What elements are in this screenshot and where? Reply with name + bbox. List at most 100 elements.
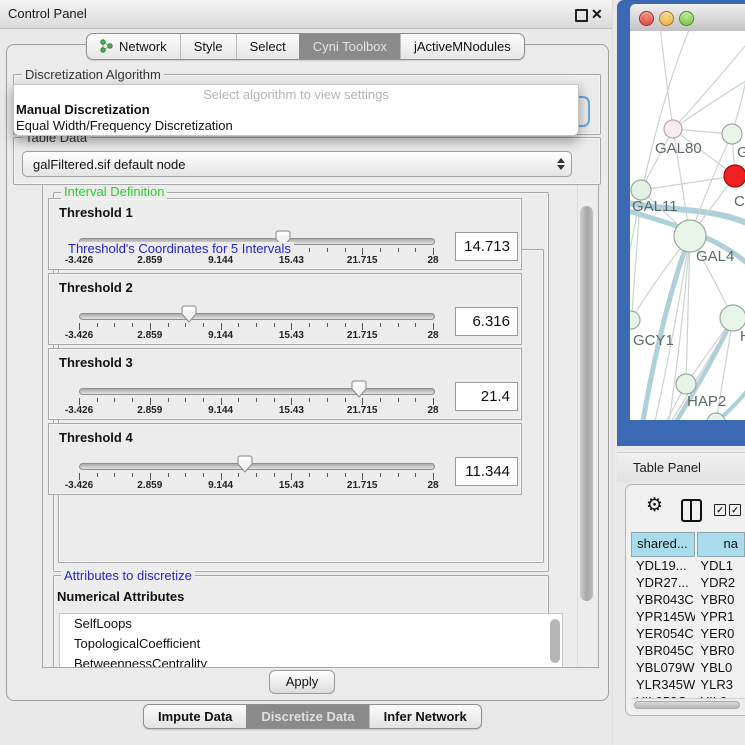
- network-node-ga[interactable]: [722, 124, 742, 144]
- control-panel-titlebar: Control Panel ✕: [0, 0, 612, 29]
- network-canvas[interactable]: GAL80GAGAL11CGAL4GCY1HHAP2: [630, 31, 745, 420]
- slider-tick: [398, 323, 399, 327]
- tab-infer-network[interactable]: Infer Network: [369, 705, 481, 728]
- table-row[interactable]: YDL19...YDL1: [631, 557, 745, 574]
- table-data-combobox[interactable]: galFiltered.sif default node: [22, 151, 572, 177]
- table-cell[interactable]: YBR045C: [631, 642, 695, 659]
- network-node-gcy1[interactable]: [630, 311, 640, 329]
- slider-tick: [291, 323, 292, 330]
- table-row[interactable]: YBR043CYBR0: [631, 591, 745, 608]
- network-edge[interactable]: [673, 45, 745, 129]
- slider-thumb[interactable]: [351, 380, 367, 398]
- threshold-value-field[interactable]: 14.713: [455, 232, 518, 261]
- column-header-shared-[interactable]: shared...: [631, 532, 695, 557]
- table-cell[interactable]: YBL079W: [631, 659, 695, 676]
- table-hscrollbar-track[interactable]: [631, 698, 745, 711]
- close-icon[interactable]: ✕: [591, 5, 603, 23]
- table-cell[interactable]: YER054C: [631, 625, 695, 642]
- table-cell[interactable]: YLR345W: [631, 676, 695, 693]
- numerical-attributes-list[interactable]: SelfLoopsTopologicalCoefficientBetweenne…: [59, 613, 563, 668]
- network-node-hap2[interactable]: [676, 374, 696, 394]
- list-item-selfloops[interactable]: SelfLoops: [60, 614, 562, 634]
- slider-tick: [114, 398, 115, 402]
- table-cell[interactable]: YDL19...: [631, 557, 695, 574]
- tab-network[interactable]: Network: [87, 34, 180, 59]
- slider-tick: [362, 473, 363, 480]
- table-hscrollbar-thumb[interactable]: [634, 701, 740, 709]
- slider-tick: [415, 323, 416, 327]
- threshold-value-field[interactable]: 21.4: [455, 382, 518, 411]
- tab-style[interactable]: Style: [180, 34, 236, 59]
- tick-label: 21.715: [337, 330, 387, 341]
- slider-tick: [114, 473, 115, 477]
- table-row[interactable]: YLR345WYLR3: [631, 676, 745, 693]
- threshold-label: Threshold 2: [59, 280, 133, 295]
- table-row[interactable]: YBR045CYBR0: [631, 642, 745, 659]
- node-label-gcy1: GCY1: [633, 332, 674, 349]
- close-traffic-light-icon[interactable]: [639, 11, 654, 26]
- zoom-traffic-light-icon[interactable]: [679, 11, 694, 26]
- network-node-gal80[interactable]: [664, 120, 682, 138]
- table-cell[interactable]: YBL0: [695, 659, 745, 676]
- network-edge[interactable]: [641, 176, 735, 190]
- algorithm-option-manual-discretization[interactable]: Manual Discretization: [16, 102, 580, 118]
- slider-tick: [185, 473, 186, 477]
- split-columns-icon[interactable]: [681, 499, 702, 522]
- slider-thumb[interactable]: [181, 305, 197, 323]
- slider-tick: [168, 323, 169, 327]
- tick-label: 28: [408, 330, 458, 341]
- table-cell[interactable]: YPR145W: [631, 608, 695, 625]
- list-scrollbar[interactable]: [550, 619, 560, 663]
- slider-tick: [345, 398, 346, 402]
- table-cell[interactable]: YDR27...: [631, 574, 695, 591]
- table-cell[interactable]: YBR0: [695, 591, 745, 608]
- tab-cyni-toolbox[interactable]: Cyni Toolbox: [299, 34, 400, 59]
- network-node-gal11[interactable]: [631, 180, 651, 200]
- slider-tick: [327, 398, 328, 402]
- network-node-selected-node[interactable]: [724, 165, 745, 187]
- threshold-value-field[interactable]: 11.344: [455, 457, 518, 486]
- threshold-slider-track[interactable]: [79, 463, 435, 470]
- column-header-na[interactable]: na: [697, 532, 745, 557]
- network-window-titlebar[interactable]: [630, 4, 745, 32]
- combo-stepper-icon: [551, 158, 571, 170]
- slider-tick: [168, 473, 169, 477]
- tab-jactivemnodules[interactable]: jActiveMNodules: [400, 34, 524, 59]
- table-cell[interactable]: YER0: [695, 625, 745, 642]
- tab-label: Style: [194, 39, 223, 54]
- slider-tick: [79, 323, 80, 330]
- list-item-betweennesscentrality[interactable]: BetweennessCentrality: [60, 654, 562, 668]
- table-cell[interactable]: YDL1: [695, 557, 745, 574]
- table-cell[interactable]: YPR1: [695, 608, 745, 625]
- threshold-value-field[interactable]: 6.316: [455, 307, 518, 336]
- table-row[interactable]: YDR27...YDR2: [631, 574, 745, 591]
- table-cell[interactable]: YLR3: [695, 676, 745, 693]
- threshold-slider-track[interactable]: [79, 388, 435, 395]
- gear-icon[interactable]: ⚙: [646, 495, 663, 517]
- table-cell[interactable]: YDR2: [695, 574, 745, 591]
- tab-discretize-data[interactable]: Discretize Data: [246, 705, 368, 728]
- scrollbar-thumb[interactable]: [580, 206, 593, 601]
- tick-label: 21.715: [337, 480, 387, 491]
- float-window-icon[interactable]: [575, 9, 588, 22]
- threshold-slider-track[interactable]: [79, 313, 435, 320]
- algorithm-option-equal-width-frequency-discretization[interactable]: Equal Width/Frequency Discretization: [16, 118, 580, 134]
- minimize-traffic-light-icon[interactable]: [659, 11, 674, 26]
- table-row[interactable]: YBL079WYBL0: [631, 659, 745, 676]
- table-cell[interactable]: YBR0: [695, 642, 745, 659]
- checkbox-icon[interactable]: ✓: [729, 504, 741, 516]
- slider-thumb[interactable]: [237, 455, 253, 473]
- table-row[interactable]: YPR145WYPR1: [631, 608, 745, 625]
- tab-impute-data[interactable]: Impute Data: [144, 705, 246, 728]
- slider-tick: [132, 323, 133, 327]
- table-row[interactable]: YER054CYER0: [631, 625, 745, 642]
- table-cell[interactable]: YBR043C: [631, 591, 695, 608]
- node-label-hap2: HAP2: [687, 393, 726, 410]
- checkbox-icon[interactable]: ✓: [714, 504, 726, 516]
- tick-label: 9.144: [196, 405, 246, 416]
- control-panel-tabs: Network Style SelectCyni ToolboxjActiveMNo…: [86, 33, 525, 60]
- list-item-topologicalcoefficient[interactable]: TopologicalCoefficient: [60, 634, 562, 654]
- apply-button[interactable]: Apply: [269, 670, 335, 694]
- tab-select[interactable]: Select: [236, 34, 299, 59]
- threshold-panel: Threshold 4-3.4262.8599.14415.4321.71528…: [48, 423, 522, 495]
